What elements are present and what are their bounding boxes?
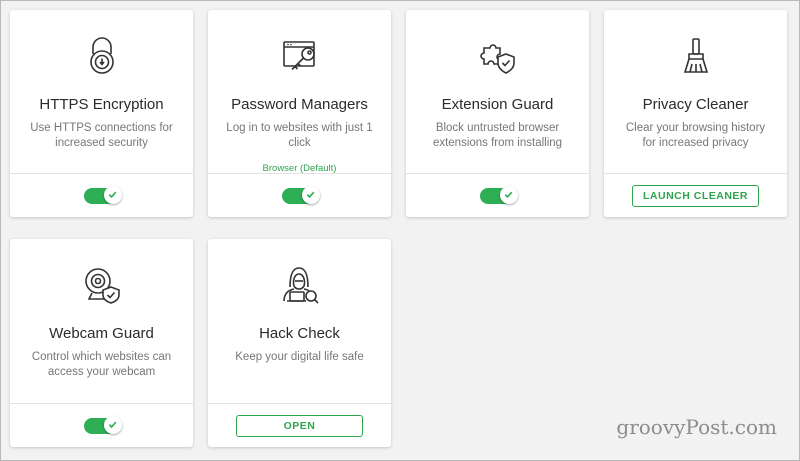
check-icon <box>103 185 122 204</box>
card-description: Control which websites can access your w… <box>31 351 172 378</box>
card-title: Password Managers <box>231 96 368 113</box>
puzzle-shield-icon <box>476 34 520 78</box>
launch-cleaner-button[interactable]: LAUNCH CLEANER <box>632 184 759 207</box>
webcam-guard-toggle[interactable] <box>83 415 122 434</box>
webcam-shield-icon <box>80 263 124 307</box>
card-title: Webcam Guard <box>49 325 154 342</box>
card-description: Block untrusted browser extensions from … <box>432 122 563 149</box>
card-hack-check: Hack Check Keep your digital life safe O… <box>208 239 391 447</box>
card-webcam-guard: Webcam Guard Control which websites can … <box>10 239 193 447</box>
https-encryption-toggle[interactable] <box>83 185 122 204</box>
card-privacy-cleaner: Privacy Cleaner Clear your browsing hist… <box>604 10 787 217</box>
card-extension-guard: Extension Guard Block untrusted browser … <box>406 10 589 217</box>
card-title: HTTPS Encryption <box>39 96 164 113</box>
check-icon <box>103 415 122 434</box>
card-description: Use HTTPS connections for increased secu… <box>30 122 173 149</box>
card-https-encryption: HTTPS Encryption Use HTTPS connections f… <box>10 10 193 217</box>
padlock-icon <box>80 34 124 78</box>
password-managers-toggle[interactable] <box>281 185 320 204</box>
check-icon <box>499 185 518 204</box>
broom-icon <box>674 34 718 78</box>
card-description: Clear your browsing history for increase… <box>625 122 766 149</box>
hacker-icon <box>278 263 322 307</box>
key-window-icon <box>278 34 322 78</box>
card-title: Extension Guard <box>441 96 554 113</box>
card-description: Keep your digital life safe <box>235 351 364 363</box>
card-password-managers: Password Managers Log in to websites wit… <box>208 10 391 217</box>
watermark: groovyPost.com <box>616 415 777 439</box>
card-title: Privacy Cleaner <box>642 96 749 113</box>
check-icon <box>301 185 320 204</box>
open-button[interactable]: OPEN <box>236 414 363 437</box>
card-title: Hack Check <box>259 325 340 342</box>
extension-guard-toggle[interactable] <box>479 185 518 204</box>
card-description: Log in to websites with just 1 click <box>226 122 373 149</box>
